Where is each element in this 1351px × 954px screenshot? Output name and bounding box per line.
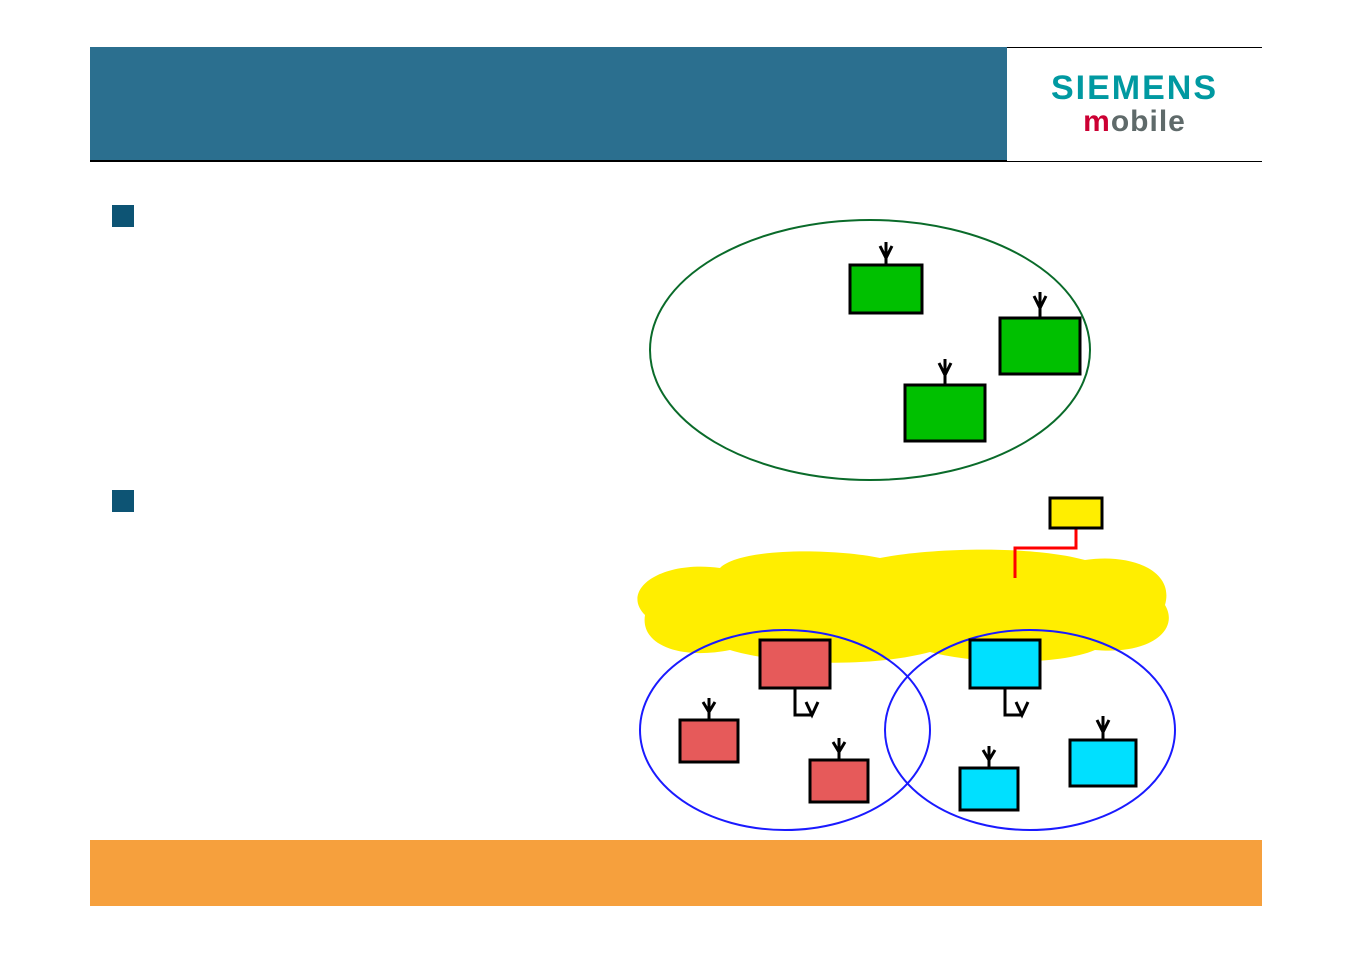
bullet-marker: [112, 205, 134, 227]
bullet-marker: [112, 490, 134, 512]
node-green: [905, 359, 985, 441]
node-red: [810, 738, 868, 802]
cloud-shape: [637, 550, 1168, 663]
node-cyan: [960, 746, 1018, 810]
node-green: [850, 242, 922, 313]
node-red-gateway: [760, 640, 830, 715]
footer-bar: [90, 840, 1262, 906]
node-cyan: [1070, 716, 1136, 786]
brand-logo: SIEMENS mobile: [1007, 47, 1262, 162]
slide: SIEMENS mobile: [0, 0, 1351, 954]
node-cyan-gateway: [970, 640, 1040, 715]
logo-text-main: SIEMENS: [1051, 71, 1218, 105]
logo-text-sub: mobile: [1083, 105, 1186, 138]
node-controller: [1050, 498, 1102, 528]
node-green: [1000, 292, 1080, 374]
node-red: [680, 698, 738, 762]
